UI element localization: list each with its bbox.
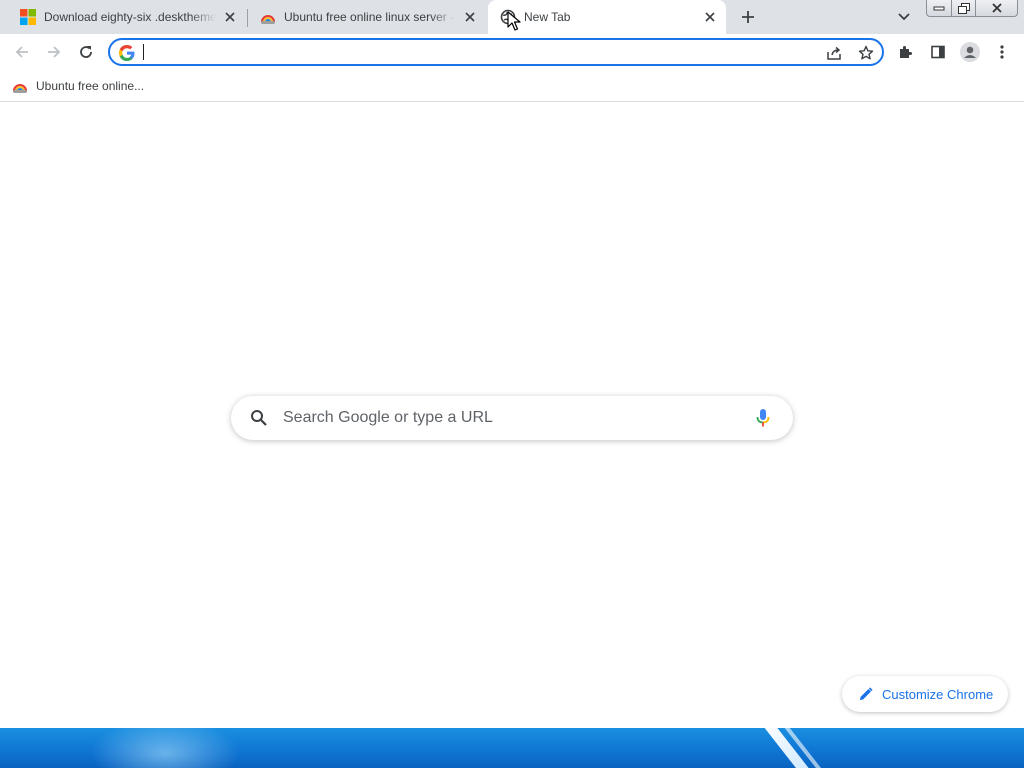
mouse-cursor-icon bbox=[507, 11, 521, 31]
close-tab-icon[interactable] bbox=[702, 9, 718, 25]
browser-toolbar bbox=[0, 34, 1024, 70]
plus-icon bbox=[742, 11, 754, 23]
address-bar[interactable] bbox=[108, 38, 884, 66]
bookmark-star-button[interactable] bbox=[856, 43, 876, 63]
tab-deskthemepack[interactable]: Download eighty-six .deskthemepack bbox=[0, 0, 246, 34]
minimize-icon bbox=[933, 6, 945, 11]
close-tab-icon[interactable] bbox=[462, 9, 478, 25]
desktop-wallpaper bbox=[0, 728, 1024, 768]
new-tab-page: Search Google or type a URL Customize Ch… bbox=[0, 102, 1024, 728]
bookmark-ubuntu-free-online[interactable]: Ubuntu free online... bbox=[12, 75, 144, 97]
reload-icon bbox=[80, 46, 92, 58]
minimize-button[interactable] bbox=[926, 0, 952, 17]
tab-ubuntu-server[interactable]: Ubuntu free online linux server - bbox=[248, 0, 486, 34]
extensions-button[interactable] bbox=[892, 38, 920, 66]
forward-button[interactable] bbox=[40, 38, 68, 66]
rainbow-cloud-icon bbox=[260, 9, 276, 25]
arrow-left-icon bbox=[15, 46, 28, 58]
microsoft-logo-icon bbox=[20, 9, 36, 25]
puzzle-icon bbox=[900, 46, 912, 58]
share-icon bbox=[827, 46, 841, 60]
google-g-icon bbox=[119, 45, 135, 61]
ntp-search-box[interactable]: Search Google or type a URL bbox=[231, 396, 793, 440]
close-icon bbox=[991, 3, 1002, 13]
tab-title: Download eighty-six .deskthemepack bbox=[44, 10, 216, 24]
address-input[interactable] bbox=[142, 43, 782, 61]
reload-button[interactable] bbox=[72, 38, 100, 66]
bookmarks-bar: Ubuntu free online... bbox=[0, 70, 1024, 102]
tab-search-button[interactable] bbox=[893, 6, 915, 28]
customize-chrome-button[interactable]: Customize Chrome bbox=[842, 676, 1008, 712]
bookmark-label: Ubuntu free online... bbox=[36, 79, 145, 93]
side-panel-icon bbox=[931, 45, 945, 59]
tab-new-tab[interactable]: New Tab bbox=[488, 0, 726, 34]
restore-button[interactable] bbox=[952, 0, 976, 17]
tab-title: New Tab bbox=[524, 10, 571, 24]
chrome-menu-button[interactable] bbox=[988, 38, 1016, 66]
microphone-icon[interactable] bbox=[753, 406, 773, 430]
chevron-down-icon bbox=[898, 13, 910, 21]
pencil-icon bbox=[858, 686, 874, 702]
star-icon bbox=[858, 45, 874, 60]
share-button[interactable] bbox=[824, 43, 844, 63]
tab-title: Ubuntu free online linux server - bbox=[284, 10, 455, 24]
profile-icon bbox=[960, 42, 980, 62]
close-tab-icon[interactable] bbox=[222, 9, 238, 25]
search-icon bbox=[249, 408, 269, 428]
text-caret bbox=[143, 44, 144, 60]
close-window-button[interactable] bbox=[976, 0, 1018, 17]
new-tab-button[interactable] bbox=[736, 5, 760, 29]
restore-icon bbox=[957, 2, 970, 14]
profile-button[interactable] bbox=[956, 38, 984, 66]
kebab-menu-icon bbox=[1000, 45, 1004, 59]
ntp-search-placeholder: Search Google or type a URL bbox=[283, 409, 493, 426]
wallpaper-glow bbox=[90, 728, 240, 768]
customize-chrome-label: Customize Chrome bbox=[882, 686, 994, 702]
arrow-right-icon bbox=[48, 46, 61, 58]
side-panel-button[interactable] bbox=[924, 38, 952, 66]
back-button[interactable] bbox=[8, 38, 36, 66]
rainbow-cloud-icon bbox=[12, 78, 28, 94]
